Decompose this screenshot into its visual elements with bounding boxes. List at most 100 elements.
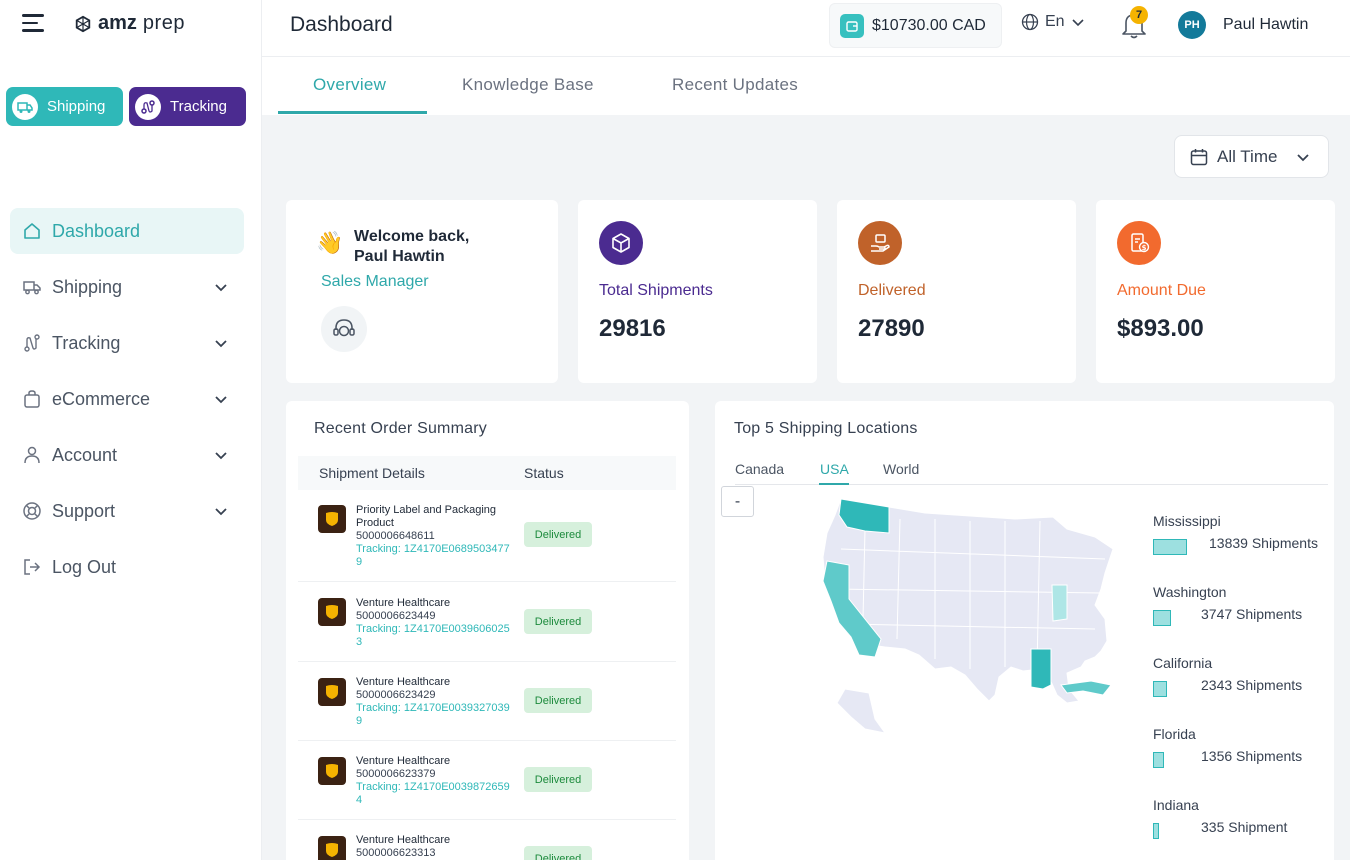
welcome-card: 👋 Welcome back, Paul Hawtin Sales Manage…: [286, 200, 558, 383]
table-row[interactable]: Venture Healthcare 5000006623313 Deliver…: [298, 820, 676, 860]
shipment-details: Venture Healthcare 5000006623429 Trackin…: [356, 676, 514, 728]
language-selector[interactable]: En: [1021, 13, 1085, 31]
sidebar-item-support[interactable]: Support: [10, 488, 244, 534]
location-bar: [1153, 823, 1159, 839]
wallet-balance[interactable]: $10730.00 CAD: [829, 3, 1002, 48]
chevron-down-icon: [215, 340, 227, 348]
calendar-icon: [1190, 148, 1208, 165]
location-bar: [1153, 539, 1187, 555]
table-row[interactable]: Priority Label and Packaging Product 500…: [298, 490, 676, 582]
tab-canada[interactable]: Canada: [735, 461, 784, 477]
legend-item: Mississippi 13839 Shipments: [1153, 513, 1328, 584]
waving-hand-icon: 👋: [316, 230, 344, 255]
home-icon: [22, 221, 42, 241]
tracking-number[interactable]: Tracking: 1Z4170E00393270399: [356, 702, 514, 728]
logo-text-bold: amz: [98, 12, 137, 34]
shipping-quick-label: Shipping: [47, 98, 106, 115]
sidebar-item-label: Shipping: [52, 276, 123, 297]
location-name: California: [1153, 655, 1213, 671]
user-name[interactable]: Paul Hawtin: [1223, 16, 1308, 34]
tracking-quick-label: Tracking: [170, 98, 227, 115]
tab-overview[interactable]: Overview: [313, 75, 386, 95]
main-content: All Time 👋 Welcome back, Paul Hawtin Sal…: [262, 115, 1350, 860]
sidebar-item-label: Tracking: [52, 332, 121, 353]
ups-logo-icon: [318, 598, 346, 626]
greeting-line: Welcome back,: [354, 228, 470, 245]
table-row[interactable]: Venture Healthcare 5000006623429 Trackin…: [298, 662, 676, 741]
tracking-number[interactable]: Tracking: 1Z4170E00398726594: [356, 781, 514, 807]
stat-value: 29816: [599, 315, 666, 342]
truck-icon: [22, 277, 42, 297]
sidebar: amz prep Shipping Tracking Dashboard Shi…: [0, 0, 262, 860]
tab-knowledge-base[interactable]: Knowledge Base: [462, 75, 594, 95]
chevron-down-icon: [1072, 19, 1084, 27]
sidebar-item-logout[interactable]: Log Out: [10, 544, 244, 590]
tab-recent-updates[interactable]: Recent Updates: [672, 75, 798, 95]
tab-usa[interactable]: USA: [820, 461, 849, 477]
tab-world[interactable]: World: [883, 461, 919, 477]
globe-icon: [1021, 13, 1039, 31]
total-shipments-card: Total Shipments 29816: [578, 200, 817, 383]
menu-icon[interactable]: [22, 14, 44, 34]
map-state-indiana: [1051, 584, 1068, 622]
zoom-out-button[interactable]: -: [721, 486, 754, 517]
active-region-indicator: [819, 483, 849, 485]
location-count: 335 Shipment: [1201, 819, 1288, 835]
avatar[interactable]: PH: [1178, 11, 1206, 39]
location-name: Florida: [1153, 726, 1196, 742]
wallet-icon: [840, 13, 864, 38]
shipment-details: Venture Healthcare 5000006623379 Trackin…: [356, 755, 514, 807]
chevron-down-icon: [215, 284, 227, 292]
invoice-dollar-icon: $: [1117, 221, 1161, 265]
chevron-down-icon: [1297, 153, 1310, 161]
sidebar-item-dashboard[interactable]: Dashboard: [10, 208, 244, 254]
sidebar-item-label: eCommerce: [52, 388, 151, 409]
sidebar-item-tracking[interactable]: Tracking: [10, 320, 244, 366]
sidebar-item-account[interactable]: Account: [10, 432, 244, 478]
location-count: 13839 Shipments: [1209, 535, 1318, 551]
sidebar-item-shipping[interactable]: Shipping: [10, 264, 244, 310]
sidebar-item-label: Log Out: [52, 556, 117, 577]
shipping-quick-button[interactable]: Shipping: [6, 87, 123, 126]
notification-count-badge: 7: [1130, 6, 1148, 24]
app-logo[interactable]: amz prep: [74, 12, 185, 35]
shipment-id: 5000006623449: [356, 610, 436, 622]
shipment-id: 5000006623379: [356, 768, 436, 780]
recent-order-summary-card: Recent Order Summary Shipment Details St…: [286, 401, 689, 860]
location-count: 3747 Shipments: [1201, 606, 1303, 622]
product-name: Venture Healthcare: [356, 676, 451, 688]
status-badge: Delivered: [524, 609, 592, 634]
greeting-name: Paul Hawtin: [354, 248, 445, 265]
route-icon: [22, 333, 42, 353]
time-filter-dropdown[interactable]: All Time: [1174, 135, 1329, 178]
stat-label: Total Shipments: [599, 282, 713, 299]
product-name: Venture Healthcare: [356, 597, 451, 609]
wallet-balance-text: $10730.00 CAD: [872, 16, 986, 34]
tracking-number[interactable]: Tracking: 1Z4170E00396060253: [356, 623, 514, 649]
chevron-down-icon: [215, 508, 227, 516]
sidebar-item-ecommerce[interactable]: eCommerce: [10, 376, 244, 422]
usa-map[interactable]: [805, 489, 1125, 759]
language-label: En: [1045, 13, 1065, 30]
stat-value: 27890: [858, 315, 925, 342]
headset-icon[interactable]: [321, 306, 367, 352]
table-row[interactable]: Venture Healthcare 5000006623379 Trackin…: [298, 741, 676, 820]
ups-logo-icon: [318, 757, 346, 785]
table-row[interactable]: Venture Healthcare 5000006623449 Trackin…: [298, 582, 676, 662]
sidebar-item-label: Support: [52, 500, 116, 521]
map-alaska: [836, 688, 887, 734]
legend-item: Indiana 335 Shipment: [1153, 797, 1328, 860]
status-badge: Delivered: [524, 522, 592, 547]
truck-icon: [12, 93, 38, 120]
column-header: Status: [524, 465, 564, 481]
stat-label: Delivered: [858, 282, 926, 299]
page-title: Dashboard: [290, 13, 393, 36]
shipment-id: 5000006648611: [356, 530, 435, 542]
tracking-quick-button[interactable]: Tracking: [129, 87, 246, 126]
location-bar: [1153, 610, 1171, 626]
status-badge: Delivered: [524, 688, 592, 713]
stat-value: $893.00: [1117, 315, 1204, 342]
product-name: Venture Healthcare: [356, 755, 451, 767]
tracking-number[interactable]: Tracking: 1Z4170E06895034779: [356, 543, 514, 569]
column-header: Shipment Details: [319, 465, 425, 481]
